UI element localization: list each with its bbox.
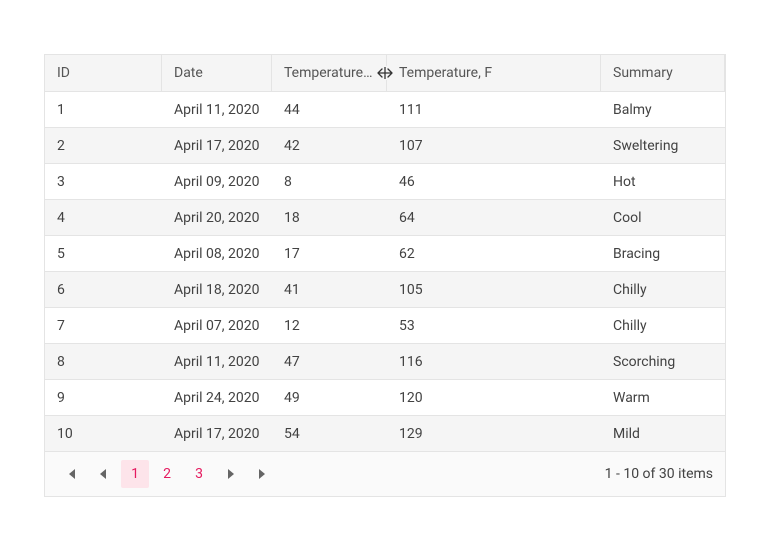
cell-date: April 18, 2020	[162, 282, 272, 298]
table-row[interactable]: 7April 07, 20201253Chilly	[45, 308, 725, 344]
cell-summary: Balmy	[601, 102, 725, 118]
cell-tempf: 116	[387, 354, 601, 370]
pager-page-2[interactable]: 2	[153, 460, 181, 488]
cell-id: 3	[45, 174, 162, 190]
cell-summary: Scorching	[601, 354, 725, 370]
cell-date: April 20, 2020	[162, 210, 272, 226]
cell-tempc: 12	[272, 318, 387, 334]
cell-id: 8	[45, 354, 162, 370]
cell-tempc: 41	[272, 282, 387, 298]
cell-tempf: 105	[387, 282, 601, 298]
pager-numbers: 123	[121, 460, 213, 488]
cell-tempc: 42	[272, 138, 387, 154]
table-row[interactable]: 10April 17, 202054129Mild	[45, 416, 725, 452]
cell-tempc: 44	[272, 102, 387, 118]
cell-date: April 17, 2020	[162, 138, 272, 154]
cell-summary: Mild	[601, 426, 725, 442]
cell-date: April 24, 2020	[162, 390, 272, 406]
chevron-left-icon	[98, 468, 108, 480]
resize-icon	[377, 66, 393, 80]
cell-tempf: 53	[387, 318, 601, 334]
cell-date: April 11, 2020	[162, 102, 272, 118]
cell-date: April 07, 2020	[162, 318, 272, 334]
cell-summary: Chilly	[601, 318, 725, 334]
cell-id: 6	[45, 282, 162, 298]
table-row[interactable]: 8April 11, 202047116Scorching	[45, 344, 725, 380]
pager: 123 1 - 10 of 30 items	[45, 452, 725, 496]
pager-prev-button[interactable]	[89, 460, 117, 488]
table-row[interactable]: 6April 18, 202041105Chilly	[45, 272, 725, 308]
cell-summary: Chilly	[601, 282, 725, 298]
cell-date: April 09, 2020	[162, 174, 272, 190]
cell-id: 9	[45, 390, 162, 406]
cell-id: 2	[45, 138, 162, 154]
cell-date: April 08, 2020	[162, 246, 272, 262]
cell-id: 5	[45, 246, 162, 262]
table-header-row: ID Date Temperature, C Temperature, F Su…	[45, 54, 725, 92]
pager-next-button[interactable]	[217, 460, 245, 488]
cell-summary: Hot	[601, 174, 725, 190]
cell-tempc: 18	[272, 210, 387, 226]
table-row[interactable]: 3April 09, 2020846Hot	[45, 164, 725, 200]
cell-tempf: 111	[387, 102, 601, 118]
cell-id: 1	[45, 102, 162, 118]
col-header-id[interactable]: ID	[45, 55, 162, 91]
column-resize-handle[interactable]	[376, 66, 394, 80]
cell-summary: Bracing	[601, 246, 725, 262]
table-row[interactable]: 9April 24, 202049120Warm	[45, 380, 725, 416]
cell-tempc: 54	[272, 426, 387, 442]
cell-tempf: 64	[387, 210, 601, 226]
cell-tempf: 120	[387, 390, 601, 406]
pager-info: 1 - 10 of 30 items	[605, 466, 713, 482]
chevron-right-icon	[226, 468, 236, 480]
cell-summary: Sweltering	[601, 138, 725, 154]
table-row[interactable]: 2April 17, 202042107Sweltering	[45, 128, 725, 164]
table-body: 1April 11, 202044111Balmy2April 17, 2020…	[45, 92, 725, 452]
cell-date: April 11, 2020	[162, 354, 272, 370]
cell-tempc: 17	[272, 246, 387, 262]
pager-first-button[interactable]	[57, 460, 85, 488]
col-header-date[interactable]: Date	[162, 55, 272, 91]
cell-tempc: 49	[272, 390, 387, 406]
data-grid: ID Date Temperature, C Temperature, F Su…	[44, 54, 726, 497]
table-row[interactable]: 1April 11, 202044111Balmy	[45, 92, 725, 128]
cell-id: 4	[45, 210, 162, 226]
pager-page-1[interactable]: 1	[121, 460, 149, 488]
table-row[interactable]: 5April 08, 20201762Bracing	[45, 236, 725, 272]
cell-summary: Cool	[601, 210, 725, 226]
cell-tempf: 46	[387, 174, 601, 190]
col-header-summary[interactable]: Summary	[601, 55, 725, 91]
pager-last-button[interactable]	[249, 460, 277, 488]
cell-id: 7	[45, 318, 162, 334]
col-header-temperature-f[interactable]: Temperature, F	[387, 55, 601, 91]
seek-first-icon	[65, 468, 77, 480]
pager-nav: 123	[57, 460, 277, 488]
cell-tempf: 107	[387, 138, 601, 154]
cell-tempf: 129	[387, 426, 601, 442]
cell-tempf: 62	[387, 246, 601, 262]
cell-date: April 17, 2020	[162, 426, 272, 442]
cell-summary: Warm	[601, 390, 725, 406]
seek-last-icon	[257, 468, 269, 480]
table-row[interactable]: 4April 20, 20201864Cool	[45, 200, 725, 236]
cell-tempc: 47	[272, 354, 387, 370]
cell-tempc: 8	[272, 174, 387, 190]
cell-id: 10	[45, 426, 162, 442]
col-header-temperature-c[interactable]: Temperature, C	[272, 55, 387, 91]
pager-page-3[interactable]: 3	[185, 460, 213, 488]
